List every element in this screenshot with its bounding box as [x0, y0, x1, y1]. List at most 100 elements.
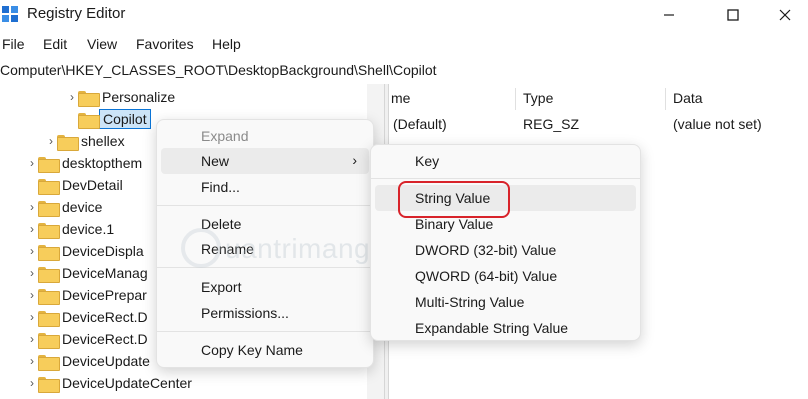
column-separator[interactable]: [515, 88, 516, 110]
title-bar: Registry Editor: [0, 0, 808, 30]
tree-item-device[interactable]: › device: [26, 196, 102, 218]
window-title: Registry Editor: [27, 5, 126, 22]
folder-icon: [78, 90, 100, 107]
menu-item-export[interactable]: Export: [161, 274, 369, 300]
menu-item-label: Copy Key Name: [201, 342, 303, 358]
chevron-right-icon[interactable]: ›: [26, 218, 38, 240]
menu-item-label: Expandable String Value: [415, 320, 569, 336]
chevron-right-icon[interactable]: ›: [26, 328, 38, 350]
tree-item-label: device.1: [62, 221, 115, 237]
submenu-item-dword-value[interactable]: DWORD (32-bit) Value: [375, 237, 636, 263]
submenu-item-expandable-string-value[interactable]: Expandable String Value: [375, 315, 636, 341]
menu-item-copy-key-name[interactable]: Copy Key Name: [161, 337, 369, 363]
annotation-highlight-ring: [398, 181, 510, 218]
chevron-right-icon[interactable]: ›: [26, 152, 38, 174]
column-header-data[interactable]: Data: [673, 90, 703, 106]
tree-item-label: DeviceUpdateCenter: [62, 375, 192, 391]
tree-item-label: DeviceUpdate: [62, 353, 150, 369]
folder-icon: [38, 288, 60, 305]
tree-item-label: desktopthem: [62, 155, 143, 171]
chevron-right-icon[interactable]: ›: [26, 240, 38, 262]
tree-item-desktopthem[interactable]: › desktopthem: [26, 152, 142, 174]
menu-item-label: Permissions...: [201, 305, 289, 321]
address-path: Computer\HKEY_CLASSES_ROOT\DesktopBackgr…: [0, 62, 437, 78]
tree-item-deviceupdatecenter[interactable]: › DeviceUpdateCenter: [26, 372, 192, 394]
menu-item-new[interactable]: New ›: [161, 148, 369, 174]
menu-item-expand: Expand: [161, 123, 369, 149]
close-button[interactable]: [762, 0, 808, 30]
menu-edit[interactable]: Edit: [43, 36, 67, 52]
tree-item-devicemanag[interactable]: › DeviceManag: [26, 262, 148, 284]
menu-item-label: Expand: [201, 128, 249, 144]
chevron-right-icon[interactable]: ›: [26, 372, 38, 394]
close-icon: [779, 9, 791, 21]
menu-favorites[interactable]: Favorites: [136, 36, 194, 52]
submenu-item-key[interactable]: Key: [375, 148, 636, 174]
tree-item-label-selected: Copilot: [99, 109, 151, 129]
tree-item-label: DevDetail: [62, 177, 123, 193]
maximize-button[interactable]: [710, 0, 756, 30]
column-separator[interactable]: [665, 88, 666, 110]
tree-item-shellex[interactable]: › shellex: [45, 130, 125, 152]
menu-item-label: QWORD (64-bit) Value: [415, 268, 558, 284]
tree-item-devicedispla[interactable]: › DeviceDispla: [26, 240, 144, 262]
menu-help[interactable]: Help: [212, 36, 241, 52]
minimize-icon: [664, 14, 674, 16]
menu-item-label: Binary Value: [415, 216, 494, 232]
tree-item-label: DeviceRect.D: [62, 331, 148, 347]
minimize-button[interactable]: [646, 0, 692, 30]
tree-item-label: DeviceManag: [62, 265, 148, 281]
chevron-right-icon[interactable]: ›: [66, 86, 78, 108]
value-data: (value not set): [673, 116, 762, 132]
submenu-item-multi-string-value[interactable]: Multi-String Value: [375, 289, 636, 315]
chevron-right-icon[interactable]: ›: [45, 130, 57, 152]
menu-separator: [157, 331, 373, 332]
menu-item-permissions[interactable]: Permissions...: [161, 300, 369, 326]
tree-item-deviceprepar[interactable]: › DevicePrepar: [26, 284, 147, 306]
watermark-logo-icon: [181, 228, 221, 268]
tree-item-device-1[interactable]: › device.1: [26, 218, 114, 240]
menu-view[interactable]: View: [87, 36, 117, 52]
folder-icon: [78, 112, 100, 129]
tree-item-devicerect-2[interactable]: › DeviceRect.D: [26, 328, 148, 350]
chevron-right-icon[interactable]: ›: [26, 306, 38, 328]
folder-icon: [38, 200, 60, 217]
menu-bar: File Edit View Favorites Help: [0, 33, 808, 57]
folder-icon: [38, 354, 60, 371]
tree-item-personalize[interactable]: › Personalize: [66, 86, 175, 108]
menu-file[interactable]: File: [2, 36, 25, 52]
tree-item-devdetail[interactable]: DevDetail: [26, 174, 123, 196]
folder-icon: [38, 376, 60, 393]
column-header-name[interactable]: me: [391, 90, 410, 106]
maximize-icon: [727, 9, 739, 21]
tree-item-label: DeviceRect.D: [62, 309, 148, 325]
folder-icon: [38, 222, 60, 239]
submenu-item-qword-value[interactable]: QWORD (64-bit) Value: [375, 263, 636, 289]
menu-item-label: Multi-String Value: [415, 294, 525, 310]
menu-separator: [371, 178, 640, 179]
chevron-right-icon[interactable]: ›: [26, 196, 38, 218]
tree-item-label: DevicePrepar: [62, 287, 147, 303]
column-header-type[interactable]: Type: [523, 90, 553, 106]
chevron-right-icon[interactable]: ›: [26, 284, 38, 306]
folder-icon: [38, 310, 60, 327]
value-name[interactable]: (Default): [393, 116, 447, 132]
registry-editor-icon: [2, 6, 18, 22]
tree-item-copilot[interactable]: Copilot: [66, 108, 151, 130]
folder-icon: [38, 332, 60, 349]
value-type: REG_SZ: [523, 116, 580, 132]
menu-item-label: Find...: [201, 179, 240, 195]
menu-item-label: Key: [415, 153, 440, 169]
menu-separator: [157, 205, 373, 206]
chevron-right-icon[interactable]: ›: [26, 262, 38, 284]
folder-icon: [57, 134, 79, 151]
tree-item-devicerect-1[interactable]: › DeviceRect.D: [26, 306, 148, 328]
folder-icon: [38, 156, 60, 173]
chevron-right-icon[interactable]: ›: [26, 350, 38, 372]
tree-item-label: shellex: [81, 133, 125, 149]
address-bar[interactable]: Computer\HKEY_CLASSES_ROOT\DesktopBackgr…: [0, 59, 808, 83]
menu-item-label: New: [201, 153, 230, 169]
menu-item-find[interactable]: Find...: [161, 174, 369, 200]
tree-item-deviceupdate[interactable]: › DeviceUpdate: [26, 350, 150, 372]
